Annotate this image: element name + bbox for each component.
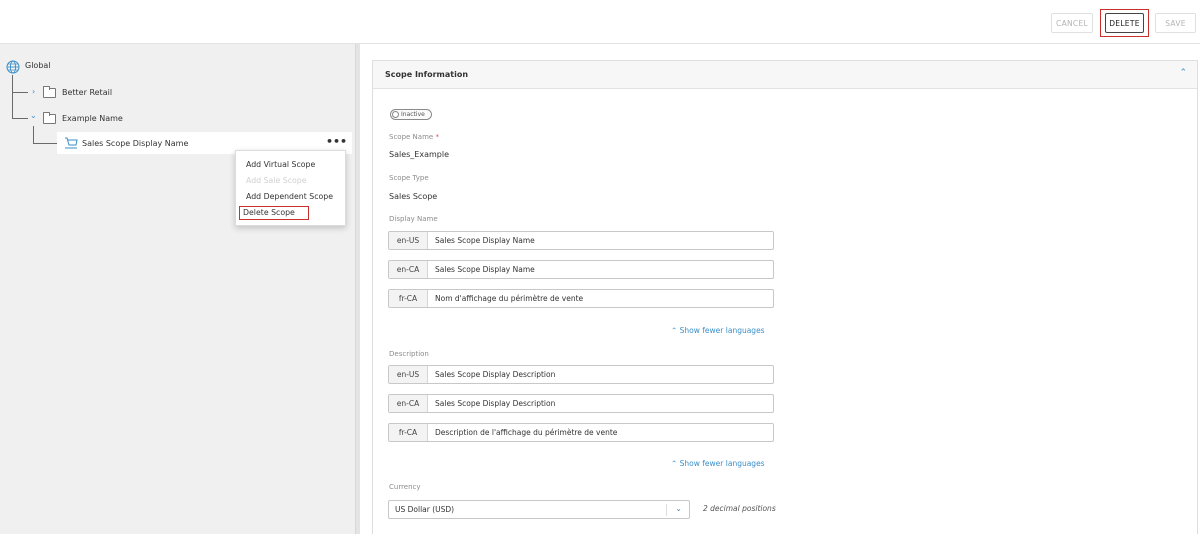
currency-label: Currency <box>389 483 421 491</box>
save-button[interactable]: SAVE <box>1155 13 1196 33</box>
show-fewer-languages-link[interactable]: ⌃ Show fewer languages <box>671 459 765 468</box>
tree-node-sales-scope[interactable]: Sales Scope Display Name <box>82 139 188 148</box>
display-name-field-en-us[interactable]: en-US Sales Scope Display Name <box>388 231 774 250</box>
menu-item-add-virtual-scope[interactable]: Add Virtual Scope <box>246 160 315 169</box>
card-title: Scope Information <box>385 70 469 79</box>
chevron-down-icon[interactable]: ⌄ <box>30 112 37 120</box>
select-separator <box>666 504 667 516</box>
display-name-text: Nom d'affichage du périmètre de vente <box>435 294 584 303</box>
top-toolbar: CANCEL DELETE SAVE <box>0 0 1200 44</box>
scope-type-label: Scope Type <box>389 174 429 182</box>
description-text: Sales Scope Display Description <box>435 370 556 379</box>
description-label: Description <box>389 350 429 358</box>
status-toggle[interactable]: Inactive <box>390 109 432 120</box>
menu-item-delete-scope[interactable]: Delete Scope <box>243 208 295 217</box>
tree-connector <box>12 118 28 119</box>
description-text: Sales Scope Display Description <box>435 399 556 408</box>
scope-name-value: Sales_Example <box>389 150 449 159</box>
panel-splitter[interactable] <box>356 44 360 534</box>
globe-icon <box>6 60 20 74</box>
toggle-knob <box>392 111 399 118</box>
show-fewer-languages-link[interactable]: ⌃ Show fewer languages <box>671 326 765 335</box>
scope-name-label: Scope Name * <box>389 133 439 141</box>
currency-select[interactable]: US Dollar (USD) ⌄ <box>388 500 690 519</box>
cancel-button[interactable]: CANCEL <box>1051 13 1093 33</box>
menu-item-add-sale-scope: Add Sale Scope <box>246 176 307 185</box>
description-field-en-ca[interactable]: en-CA Sales Scope Display Description <box>388 394 774 413</box>
chevron-right-icon[interactable]: › <box>32 88 35 96</box>
chevron-up-icon[interactable]: ⌃ <box>1179 68 1187 78</box>
display-name-field-en-ca[interactable]: en-CA Sales Scope Display Name <box>388 260 774 279</box>
display-name-field-fr-ca[interactable]: fr-CA Nom d'affichage du périmètre de ve… <box>388 289 774 308</box>
tree-node-example-name[interactable]: Example Name <box>62 114 123 123</box>
delete-button[interactable]: DELETE <box>1105 13 1144 33</box>
description-field-en-us[interactable]: en-US Sales Scope Display Description <box>388 365 774 384</box>
tree-root-label[interactable]: Global <box>25 61 51 70</box>
description-text: Description de l'affichage du périmètre … <box>435 428 618 437</box>
language-code: fr-CA <box>389 424 428 441</box>
language-code: en-CA <box>389 395 428 412</box>
menu-item-add-dependent-scope[interactable]: Add Dependent Scope <box>246 192 333 201</box>
currency-selected-value: US Dollar (USD) <box>395 505 455 514</box>
context-menu: Add Virtual Scope Add Sale Scope Add Dep… <box>235 150 346 226</box>
tree-connector <box>33 126 34 143</box>
tree-connector <box>33 143 58 144</box>
tree-node-better-retail[interactable]: Better Retail <box>62 88 112 97</box>
tree-connector <box>12 92 28 93</box>
scope-information-card: Scope Information ⌃ Inactive Scope Name … <box>372 60 1198 534</box>
language-code: en-CA <box>389 261 428 278</box>
card-header[interactable]: Scope Information ⌃ <box>373 61 1197 89</box>
more-options-icon[interactable]: ••• <box>326 136 347 147</box>
display-name-text: Sales Scope Display Name <box>435 265 535 274</box>
required-marker: * <box>435 133 439 141</box>
chevron-down-icon[interactable]: ⌄ <box>675 504 682 513</box>
scope-tree-panel: Global › Better Retail ⌄ Example Name Sa… <box>0 44 356 534</box>
folder-icon <box>43 86 56 98</box>
language-code: fr-CA <box>389 290 428 307</box>
display-name-text: Sales Scope Display Name <box>435 236 535 245</box>
language-code: en-US <box>389 232 428 249</box>
scope-type-value: Sales Scope <box>389 192 438 201</box>
description-field-fr-ca[interactable]: fr-CA Description de l'affichage du péri… <box>388 423 774 442</box>
toggle-label: Inactive <box>401 111 425 118</box>
language-code: en-US <box>389 366 428 383</box>
tree-connector <box>12 75 13 119</box>
display-name-label: Display Name <box>389 215 438 223</box>
cart-icon <box>65 137 78 149</box>
folder-icon <box>43 112 56 124</box>
currency-decimal-note: 2 decimal positions <box>703 504 776 513</box>
